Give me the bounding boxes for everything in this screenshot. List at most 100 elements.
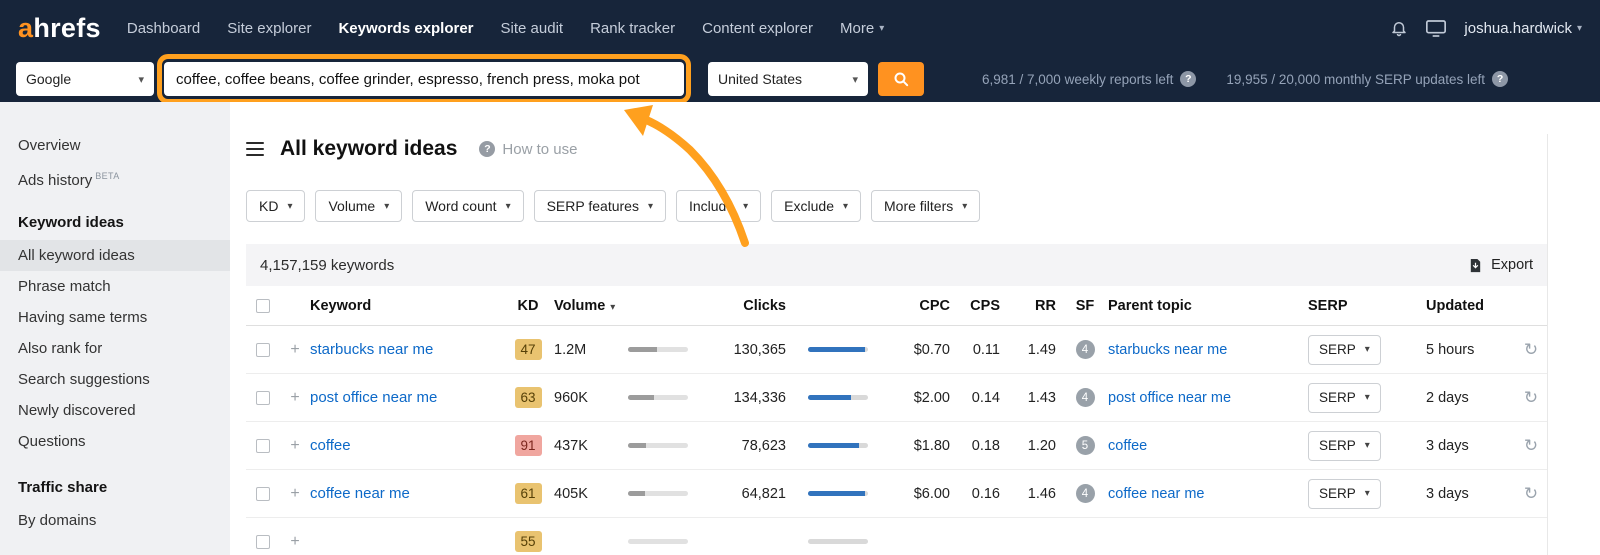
sidebar-section-keyword-ideas: Keyword ideas	[0, 192, 230, 240]
row-checkbox[interactable]	[256, 439, 270, 453]
table-row: starbucks near me 47 1.2M 130,365 $0.70 …	[246, 326, 1547, 374]
row-checkbox[interactable]	[256, 343, 270, 357]
header-sf[interactable]: SF	[1062, 298, 1108, 314]
sidebar-item-having-same-terms[interactable]: Having same terms	[0, 302, 230, 333]
add-keyword-icon[interactable]	[280, 533, 310, 551]
search-button[interactable]	[878, 62, 924, 96]
sidebar-item-search-suggestions[interactable]: Search suggestions	[0, 364, 230, 395]
beta-badge: BETA	[95, 171, 119, 181]
header-volume[interactable]: Volume	[554, 298, 612, 314]
search-input[interactable]	[164, 62, 684, 96]
sidebar-item-also-rank-for[interactable]: Also rank for	[0, 333, 230, 364]
bell-icon[interactable]	[1390, 19, 1408, 37]
kd-badge: 61	[515, 483, 542, 504]
filter-serp-features[interactable]: SERP features	[534, 190, 666, 222]
filter-include[interactable]: Include	[676, 190, 761, 222]
keyword-link[interactable]: starbucks near me	[310, 341, 433, 358]
ahrefs-logo[interactable]: ahrefs	[18, 13, 101, 44]
sidebar-item-by-domains[interactable]: By domains	[0, 505, 230, 536]
sf-badge: 4	[1076, 388, 1095, 407]
volume-value: 1.2M	[554, 342, 612, 358]
nav-item-more[interactable]: More	[840, 20, 884, 37]
header-cps[interactable]: CPS	[956, 298, 1006, 314]
chevron-down-icon	[1577, 23, 1582, 34]
parent-topic-link[interactable]: post office near me	[1108, 390, 1231, 406]
refresh-icon[interactable]	[1514, 340, 1548, 360]
parent-topic-link[interactable]: coffee near me	[1108, 486, 1204, 502]
menu-icon[interactable]	[246, 138, 264, 161]
sidebar-item-phrase-match[interactable]: Phrase match	[0, 271, 230, 302]
nav-item-rank-tracker[interactable]: Rank tracker	[590, 20, 675, 37]
row-checkbox[interactable]	[256, 535, 270, 549]
monitor-icon[interactable]	[1426, 20, 1446, 37]
serp-button[interactable]: SERP	[1308, 383, 1381, 413]
export-icon	[1468, 258, 1483, 273]
filter-bar: KD Volume Word count SERP features Include Ex…	[246, 190, 1547, 222]
sidebar-item-all-keyword-ideas[interactable]: All keyword ideas	[0, 240, 230, 271]
help-icon[interactable]	[1180, 71, 1196, 87]
sidebar-item-questions[interactable]: Questions	[0, 426, 230, 457]
row-checkbox[interactable]	[256, 487, 270, 501]
sidebar-item-ads-history[interactable]: Ads historyBETA	[0, 161, 230, 192]
parent-topic-link[interactable]: starbucks near me	[1108, 342, 1227, 358]
header-serp[interactable]: SERP	[1308, 298, 1426, 314]
country-select[interactable]: United States	[708, 62, 868, 96]
serp-button[interactable]: SERP	[1308, 431, 1381, 461]
user-menu[interactable]: joshua.hardwick	[1464, 20, 1582, 37]
how-to-use-link[interactable]: How to use	[479, 141, 577, 158]
help-icon[interactable]	[1492, 71, 1508, 87]
volume-bar	[612, 491, 700, 496]
search-bar: Google United States 6,981 / 7,000 weekl…	[0, 56, 1600, 102]
chevron-down-icon	[1365, 344, 1370, 355]
filter-kd[interactable]: KD	[246, 190, 305, 222]
row-checkbox[interactable]	[256, 391, 270, 405]
header-keyword[interactable]: Keyword	[310, 298, 502, 314]
table-row: 55 SERP	[246, 518, 1547, 555]
cps-value: 0.11	[956, 342, 1006, 358]
header-rr[interactable]: RR	[1006, 298, 1062, 314]
sidebar-item-newly-discovered[interactable]: Newly discovered	[0, 395, 230, 426]
keyword-link[interactable]: coffee near me	[310, 485, 410, 502]
select-all-checkbox[interactable]	[256, 299, 270, 313]
serp-button[interactable]: SERP	[1308, 479, 1381, 509]
search-engine-select[interactable]: Google	[16, 62, 154, 96]
nav-item-keywords-explorer[interactable]: Keywords explorer	[338, 20, 473, 37]
refresh-icon[interactable]	[1514, 484, 1548, 504]
parent-topic-link[interactable]: coffee	[1108, 438, 1147, 454]
weekly-reports-usage: 6,981 / 7,000 weekly reports left	[982, 71, 1196, 87]
filter-exclude[interactable]: Exclude	[771, 190, 861, 222]
table-row: coffee near me 61 405K 64,821 $6.00 0.16…	[246, 470, 1547, 518]
nav-item-content-explorer[interactable]: Content explorer	[702, 20, 813, 37]
add-keyword-icon[interactable]	[280, 485, 310, 503]
add-keyword-icon[interactable]	[280, 437, 310, 455]
clicks-value: 78,623	[700, 438, 792, 454]
cps-value: 0.18	[956, 438, 1006, 454]
header-updated[interactable]: Updated	[1426, 298, 1514, 314]
nav-item-site-explorer[interactable]: Site explorer	[227, 20, 311, 37]
filter-volume[interactable]: Volume	[315, 190, 402, 222]
export-button[interactable]: Export	[1468, 257, 1533, 273]
header-cpc[interactable]: CPC	[882, 298, 956, 314]
nav-item-dashboard[interactable]: Dashboard	[127, 20, 200, 37]
cpc-value: $0.70	[882, 342, 956, 358]
sidebar-item-overview[interactable]: Overview	[0, 130, 230, 161]
rr-value: 1.49	[1006, 342, 1062, 358]
keyword-link[interactable]: post office near me	[310, 389, 437, 406]
rr-value: 1.43	[1006, 390, 1062, 406]
cpc-value: $6.00	[882, 486, 956, 502]
header-kd[interactable]: KD	[502, 298, 554, 314]
refresh-icon[interactable]	[1514, 436, 1548, 456]
serp-button[interactable]: SERP	[1308, 335, 1381, 365]
add-keyword-icon[interactable]	[280, 341, 310, 359]
filter-more-filters[interactable]: More filters	[871, 190, 980, 222]
nav-items: Dashboard Site explorer Keywords explorer S…	[127, 20, 884, 37]
filter-word-count[interactable]: Word count	[412, 190, 523, 222]
cpc-value: $2.00	[882, 390, 956, 406]
add-keyword-icon[interactable]	[280, 389, 310, 407]
keyword-link[interactable]: coffee	[310, 437, 351, 454]
sf-badge: 4	[1076, 340, 1095, 359]
nav-item-site-audit[interactable]: Site audit	[501, 20, 564, 37]
refresh-icon[interactable]	[1514, 388, 1548, 408]
header-parent-topic[interactable]: Parent topic	[1108, 298, 1308, 314]
header-clicks[interactable]: Clicks	[700, 298, 792, 314]
